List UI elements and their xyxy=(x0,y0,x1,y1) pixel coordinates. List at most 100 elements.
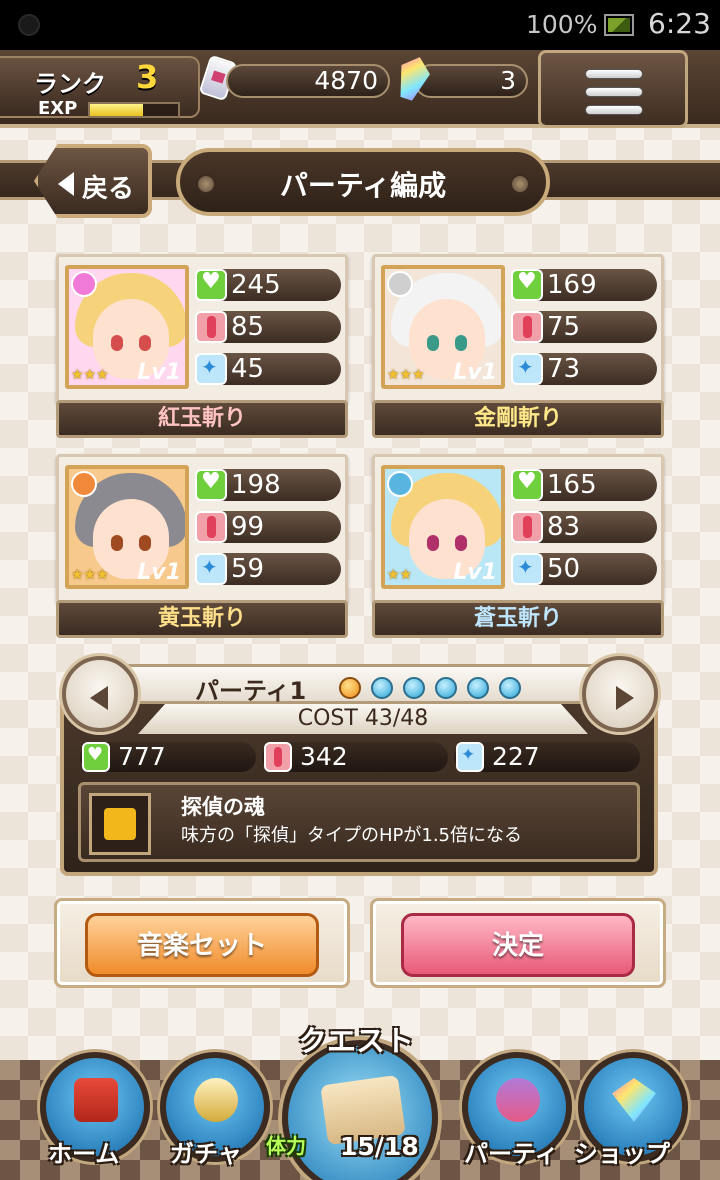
hp-value: 245 xyxy=(231,270,281,300)
stamina-label: 体力 xyxy=(266,1134,306,1158)
gramophone-icon xyxy=(89,793,151,855)
member-card[interactable]: ★★★ Lv1 245 85 45 紅玉斬り xyxy=(56,254,348,440)
defense-value: 59 xyxy=(231,554,265,584)
rarity-stars: ★★★ xyxy=(71,367,109,383)
total-defense-value: 227 xyxy=(492,742,540,771)
attack-value: 75 xyxy=(547,312,581,342)
attack-icon xyxy=(264,742,292,772)
nav-party-label: パーティ xyxy=(464,1140,559,1168)
hp-value: 165 xyxy=(547,470,597,500)
back-label: 戻る xyxy=(82,174,135,204)
heart-icon xyxy=(511,269,543,301)
hamburger-line-icon xyxy=(585,69,643,79)
defense-icon xyxy=(195,353,227,385)
member-card[interactable]: ★★ Lv1 165 83 50 蒼玉斬り xyxy=(372,454,664,640)
character-portrait: ★★★ Lv1 xyxy=(65,465,189,589)
rarity-stars: ★★ xyxy=(387,567,413,583)
attack-icon xyxy=(511,311,543,343)
defense-stat: 45 xyxy=(195,353,341,385)
character-eye xyxy=(427,535,439,551)
nav-home-label: ホーム xyxy=(48,1140,120,1168)
character-eye xyxy=(455,335,467,351)
level-label: Lv1 xyxy=(137,360,181,385)
defense-icon xyxy=(456,742,484,772)
member-card[interactable]: ★★★ Lv1 169 75 73 金剛斬り xyxy=(372,254,664,440)
character-eye xyxy=(427,335,439,351)
leader-skill: 探偵の魂 味方の「探偵」タイプのHPが1.5倍になる xyxy=(78,782,640,862)
party-dot[interactable] xyxy=(403,677,425,699)
attack-stat: 85 xyxy=(195,311,341,343)
character-portrait: ★★★ Lv1 xyxy=(381,265,505,389)
music-set-button[interactable]: 音楽セット xyxy=(85,913,319,977)
defense-value: 45 xyxy=(231,354,265,384)
page-title: パーティ編成 xyxy=(279,169,447,202)
party-cost: COST 43/48 xyxy=(138,704,588,734)
rarity-stars: ★★★ xyxy=(71,567,109,583)
party-dot[interactable] xyxy=(339,677,361,699)
status-bar: 100% 6:23 xyxy=(0,0,720,50)
hp-stat: 165 xyxy=(511,469,657,501)
defense-icon xyxy=(195,553,227,585)
confirm-button[interactable]: 決定 xyxy=(401,913,635,977)
attack-stat: 83 xyxy=(511,511,657,543)
member-card[interactable]: ★★★ Lv1 198 99 59 黄玉斬り xyxy=(56,454,348,640)
member-name: 紅玉斬り xyxy=(56,400,348,438)
skill-name: 探偵の魂 xyxy=(181,795,265,819)
party-dot[interactable] xyxy=(499,677,521,699)
card-frame: ★★★ Lv1 198 99 59 xyxy=(56,454,348,604)
hp-value: 198 xyxy=(231,470,281,500)
attack-value: 85 xyxy=(231,312,265,342)
character-portrait: ★★★ Lv1 xyxy=(65,265,189,389)
attack-value: 83 xyxy=(547,512,581,542)
stamina-value: 15/18 xyxy=(340,1132,419,1161)
item-count: 4870 xyxy=(226,64,390,98)
total-hp-value: 777 xyxy=(118,742,166,771)
hp-stat: 169 xyxy=(511,269,657,301)
defense-stat: 59 xyxy=(195,553,341,585)
member-name: 金剛斬り xyxy=(372,400,664,438)
defense-stat: 73 xyxy=(511,353,657,385)
top-header: ランク 3 EXP 4870 3 xyxy=(0,50,720,128)
card-frame: ★★ Lv1 165 83 50 xyxy=(372,454,664,604)
party-dot[interactable] xyxy=(435,677,457,699)
prev-party-button[interactable] xyxy=(62,656,138,732)
character-eye xyxy=(139,335,151,351)
level-label: Lv1 xyxy=(453,560,497,585)
level-label: Lv1 xyxy=(453,360,497,385)
nav-gacha-label: ガチャ xyxy=(170,1140,242,1168)
left-arrow-icon xyxy=(90,686,108,710)
back-button[interactable]: 戻る xyxy=(34,144,152,218)
member-name: 蒼玉斬り xyxy=(372,600,664,638)
card-frame: ★★★ Lv1 245 85 45 xyxy=(56,254,348,404)
music-button-holder: 音楽セット xyxy=(54,898,350,988)
total-attack: 342 xyxy=(262,742,448,772)
rank-value: 3 xyxy=(136,58,159,96)
battery-icon xyxy=(604,14,634,36)
party-dot[interactable] xyxy=(371,677,393,699)
hamburger-line-icon xyxy=(585,105,643,115)
defense-stat: 50 xyxy=(511,553,657,585)
card-frame: ★★★ Lv1 169 75 73 xyxy=(372,254,664,404)
heart-icon xyxy=(195,469,227,501)
character-eye xyxy=(111,335,123,351)
defense-icon xyxy=(511,553,543,585)
next-party-button[interactable] xyxy=(582,656,658,732)
rank-panel: ランク 3 EXP xyxy=(0,56,200,119)
coin-bag-icon xyxy=(194,1078,238,1122)
rarity-stars: ★★★ xyxy=(387,367,425,383)
hp-value: 169 xyxy=(547,270,597,300)
party-header: パーティ1 xyxy=(76,664,644,705)
defense-icon xyxy=(511,353,543,385)
nav-quest-label: クエスト xyxy=(298,1024,415,1058)
party-dot[interactable] xyxy=(467,677,489,699)
menu-button[interactable] xyxy=(538,50,688,128)
character-portrait: ★★ Lv1 xyxy=(381,465,505,589)
house-icon xyxy=(74,1078,118,1122)
exp-bar-fill xyxy=(90,104,143,116)
hp-stat: 198 xyxy=(195,469,341,501)
character-eye xyxy=(111,535,123,551)
total-hp: 777 xyxy=(80,742,256,772)
attribute-icon xyxy=(387,471,413,497)
attack-icon xyxy=(195,311,227,343)
total-attack-value: 342 xyxy=(300,742,348,771)
